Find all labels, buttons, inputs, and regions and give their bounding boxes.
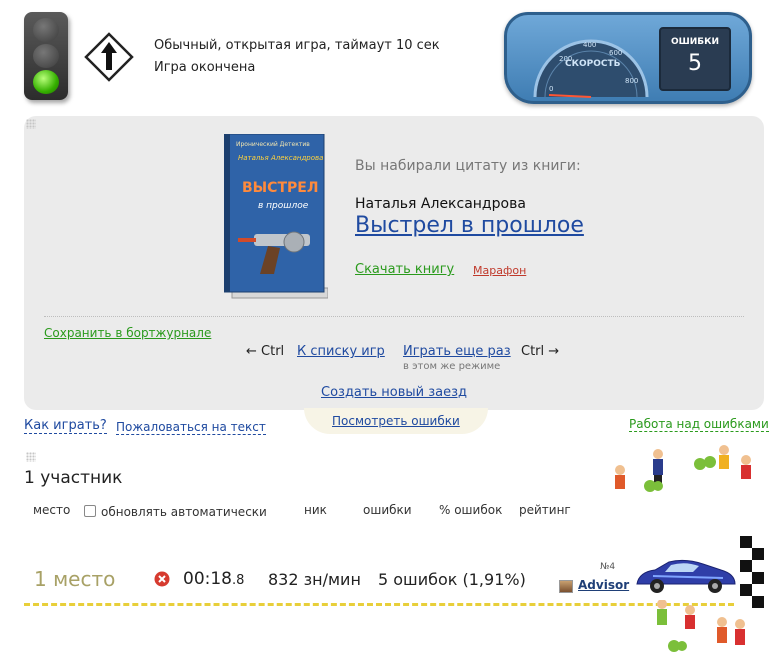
speed-tick-600: 600 <box>609 49 622 57</box>
column-nick: ник <box>304 503 327 517</box>
play-again-link[interactable]: Играть еще раз <box>403 344 511 359</box>
speed-tick-800: 800 <box>625 77 638 85</box>
finish-flag-icon <box>740 536 764 608</box>
back-to-game-list-link[interactable]: К списку игр <box>297 344 385 359</box>
book-title-link[interactable]: Выстрел в прошлое <box>355 213 584 238</box>
result-speed: 832 зн/мин <box>268 570 361 589</box>
same-mode-note: в этом же режиме <box>403 361 501 372</box>
save-to-logbook-link[interactable]: Сохранить в бортжурнале <box>44 326 211 340</box>
ctrl-right-hint: Ctrl → <box>521 344 560 359</box>
traffic-light-yellow-lamp <box>33 44 59 68</box>
column-error-percent: % ошибок <box>439 503 503 517</box>
result-time-main: 00:18 <box>183 569 232 589</box>
section-corner-dots <box>26 452 36 462</box>
avatar[interactable] <box>559 580 573 593</box>
car-number: №4 <box>600 562 616 572</box>
spectators-bottom-icon <box>657 600 745 652</box>
errors-counter-title: ОШИБКИ <box>670 37 720 47</box>
traffic-light-green-lamp <box>33 70 59 94</box>
auto-refresh-checkbox[interactable] <box>84 505 96 517</box>
speed-tick-400: 400 <box>583 41 596 49</box>
traffic-light-red-lamp <box>33 18 59 42</box>
speed-tick-0: 0 <box>549 85 553 93</box>
work-on-errors-link[interactable]: Работа над ошибками <box>629 417 769 432</box>
result-place: 1 место <box>34 567 116 591</box>
game-status-text: Игра окончена <box>154 60 256 75</box>
race-car-icon <box>636 559 736 593</box>
dashboard: 0 200 400 600 800 СКОРОСТЬ ОШИБКИ 5 <box>504 12 752 104</box>
create-new-race-link[interactable]: Создать новый заезд <box>321 385 467 400</box>
how-to-play-link[interactable]: Как играть? <box>24 418 107 434</box>
arrow-up-sign-icon <box>84 32 134 82</box>
cover-title-bottom: в прошлое <box>258 201 309 211</box>
view-errors-link[interactable]: Посмотреть ошибки <box>332 414 460 428</box>
close-circle-icon <box>154 571 170 587</box>
panel-divider <box>44 316 744 317</box>
traffic-light-icon <box>24 12 68 100</box>
result-time: 00:18.8 <box>183 569 244 589</box>
column-place: место <box>33 503 71 517</box>
book-info-panel: Иронический Детектив Наталья Александров… <box>24 116 764 410</box>
complain-about-text-link[interactable]: Пожаловаться на текст <box>116 420 266 435</box>
book-cover-image[interactable]: Иронический Детектив Наталья Александров… <box>224 134 328 300</box>
race-track-line <box>24 603 734 606</box>
result-time-fraction: .8 <box>232 573 245 588</box>
cover-author: Наталья Александрова <box>238 154 323 162</box>
panel-corner-dots <box>26 119 36 129</box>
speed-caption: СКОРОСТЬ <box>565 59 621 69</box>
quote-caption: Вы набирали цитату из книги: <box>355 158 581 174</box>
errors-counter: ОШИБКИ 5 <box>659 27 731 91</box>
download-book-link[interactable]: Скачать книгу <box>355 262 454 277</box>
cover-series: Иронический Детектив <box>236 141 310 148</box>
result-errors: 5 ошибок (1,91%) <box>378 570 526 589</box>
book-author: Наталья Александрова <box>355 196 526 212</box>
participants-heading: 1 участник <box>24 468 123 488</box>
column-errors: ошибки <box>363 503 412 517</box>
column-rating: рейтинг <box>519 503 571 517</box>
errors-counter-value: 5 <box>688 51 702 76</box>
cover-title-top: ВЫСТРЕЛ <box>242 180 318 196</box>
spectators-icon <box>615 445 751 492</box>
auto-refresh-label[interactable]: обновлять автоматически <box>101 505 267 519</box>
player-nick-link[interactable]: Advisor <box>578 578 629 592</box>
ctrl-left-hint: ← Ctrl <box>246 344 285 359</box>
game-type-text: Обычный, открытая игра, таймаут 10 сек <box>154 38 440 53</box>
marathon-link[interactable]: Марафон <box>473 264 526 277</box>
